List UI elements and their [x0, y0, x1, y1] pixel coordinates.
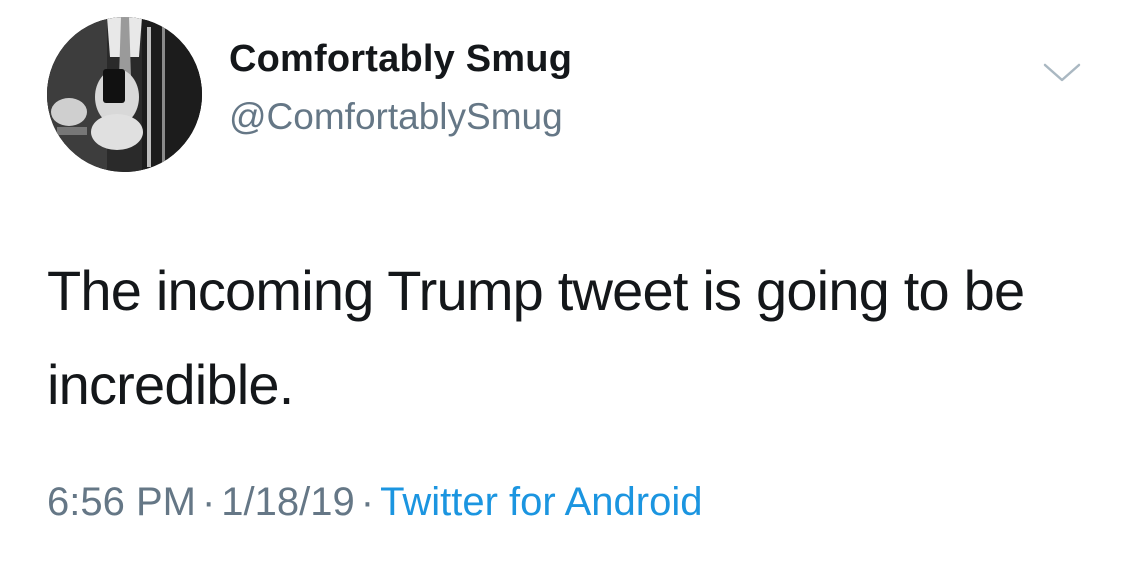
- meta-separator: ·: [360, 480, 375, 524]
- user-avatar-photo-icon: [47, 17, 202, 172]
- avatar[interactable]: [47, 17, 202, 172]
- tweet-card[interactable]: Comfortably Smug @ComfortablySmug The in…: [0, 0, 1125, 574]
- meta-separator: ·: [201, 480, 216, 524]
- tweet-text: The incoming Trump tweet is going to be …: [47, 259, 1025, 416]
- author-handle[interactable]: @ComfortablySmug: [229, 96, 563, 138]
- tweet-time[interactable]: 6:56 PM: [47, 480, 196, 524]
- tweet-date[interactable]: 1/18/19: [221, 480, 354, 524]
- tweet-menu-button[interactable]: [1040, 56, 1084, 86]
- tweet-metadata: 6:56 PM · 1/18/19 · Twitter for Android: [47, 480, 702, 525]
- tweet-source-link[interactable]: Twitter for Android: [380, 480, 702, 524]
- author-display-name[interactable]: Comfortably Smug: [229, 38, 572, 81]
- chevron-down-icon: [1043, 63, 1081, 82]
